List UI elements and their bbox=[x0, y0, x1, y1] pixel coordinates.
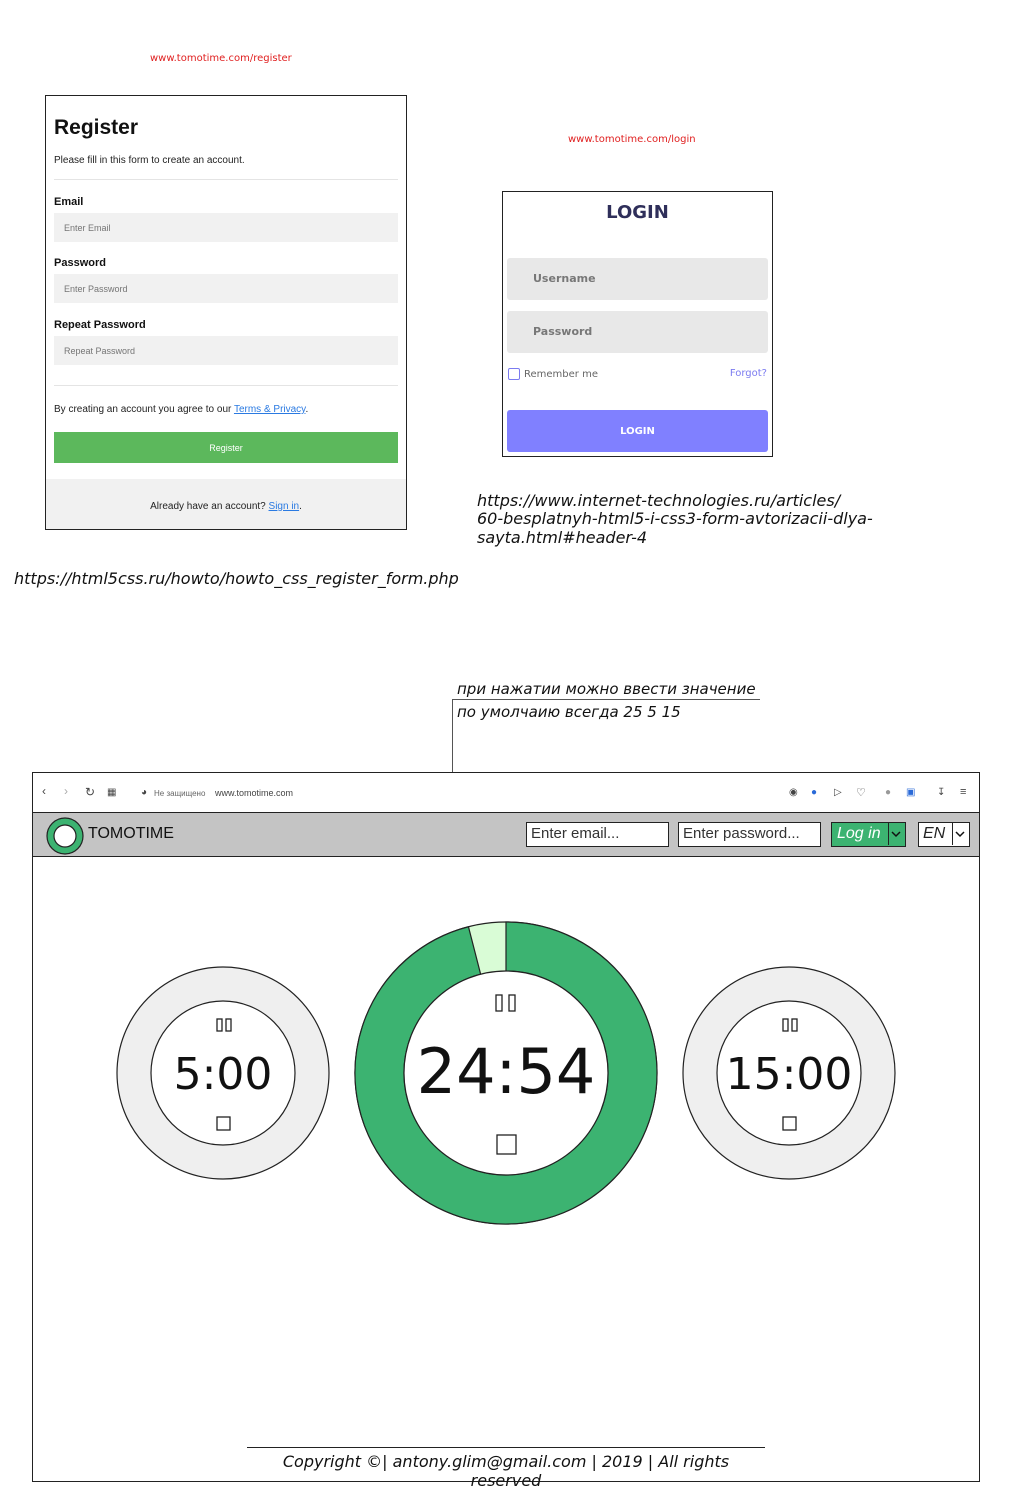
send-icon[interactable]: ▷ bbox=[834, 787, 842, 798]
register-button[interactable]: Register bbox=[54, 432, 398, 463]
email-label: Email bbox=[54, 196, 84, 208]
repeat-password-field[interactable] bbox=[54, 336, 398, 365]
divider bbox=[54, 179, 398, 180]
login-reference-url: https://www.internet-technologies.ru/art… bbox=[477, 491, 841, 510]
heart-icon[interactable]: ♡ bbox=[856, 786, 866, 799]
login-form: LOGIN Username Password Remember me Forg… bbox=[502, 191, 773, 457]
log-in-button[interactable]: Log in bbox=[831, 822, 906, 847]
globe-icon: ◕ bbox=[141, 787, 148, 798]
log-in-label: Log in bbox=[837, 825, 881, 842]
long-break-timer[interactable]: 15:00 bbox=[682, 966, 896, 1180]
password-input[interactable]: Enter password... bbox=[678, 822, 821, 847]
reload-icon[interactable]: ↻ bbox=[85, 785, 95, 799]
shield-icon[interactable]: ● bbox=[811, 787, 817, 798]
repeat-password-label: Repeat Password bbox=[54, 319, 146, 331]
remember-label: Remember me bbox=[524, 368, 598, 380]
footer-end: . bbox=[299, 501, 302, 512]
short-break-time[interactable]: 5:00 bbox=[174, 1049, 273, 1100]
copyright-footer: Copyright ©| antony.glim@gmail.com | 201… bbox=[247, 1447, 765, 1490]
agree-text: By creating an account you agree to our bbox=[54, 404, 232, 415]
register-reference-url: https://html5css.ru/howto/howto_css_regi… bbox=[14, 569, 459, 588]
forward-icon[interactable]: › bbox=[64, 784, 68, 798]
apps-grid-icon[interactable]: ▦ bbox=[107, 787, 116, 798]
password-field[interactable] bbox=[54, 274, 398, 303]
login-title: LOGIN bbox=[606, 202, 669, 223]
browser-toolbar: ‹ › ↻ ▦ ◕ Не защищено www.tomotime.com ◉… bbox=[33, 773, 979, 813]
register-form: Register Please fill in this form to cre… bbox=[45, 95, 407, 530]
register-subtitle: Please fill in this form to create an ac… bbox=[54, 155, 245, 166]
terms-link[interactable]: Terms & Privacy bbox=[234, 404, 306, 415]
username-field[interactable]: Username bbox=[507, 258, 768, 300]
tomotime-logo-icon bbox=[46, 817, 84, 855]
login-password-field[interactable]: Password bbox=[507, 311, 768, 353]
register-title: Register bbox=[54, 116, 139, 139]
address-bar[interactable]: www.tomotime.com bbox=[215, 788, 293, 798]
password-label: Password bbox=[54, 257, 106, 269]
app-header: TOMOTIME Enter email... Enter password..… bbox=[33, 813, 979, 857]
agree-end: . bbox=[305, 404, 309, 415]
download-icon[interactable]: ↧ bbox=[937, 787, 945, 798]
annotation-underline bbox=[452, 699, 760, 700]
forgot-link[interactable]: Forgot? bbox=[730, 368, 767, 379]
insecure-label: Не защищено bbox=[154, 789, 206, 798]
register-url-label: www.tomotime.com/register bbox=[150, 53, 292, 64]
annotation-line-2: по умолчаию всегда 25 5 15 bbox=[457, 703, 681, 721]
browser-window: ‹ › ↻ ▦ ◕ Не защищено www.tomotime.com ◉… bbox=[32, 772, 980, 1482]
camera-icon[interactable]: ◉ bbox=[789, 787, 798, 798]
translate-icon[interactable]: ▣ bbox=[906, 787, 915, 798]
chevron-down-icon[interactable] bbox=[952, 823, 969, 845]
terms-text: By creating an account you agree to our … bbox=[54, 404, 308, 415]
login-button[interactable]: LOGIN bbox=[507, 410, 768, 452]
language-value: EN bbox=[923, 825, 946, 842]
annotation-line-1: при нажатии можно ввести значение bbox=[457, 680, 756, 698]
login-url-label: www.tomotime.com/login bbox=[568, 134, 696, 145]
pomodoro-timer[interactable]: 24:54 bbox=[354, 921, 658, 1225]
footer-text: Already have an account? bbox=[150, 501, 266, 512]
timers-area: 5:00 24:54 15:00 bbox=[116, 921, 896, 1225]
brand-name: TOMOTIME bbox=[88, 825, 174, 842]
back-icon[interactable]: ‹ bbox=[42, 784, 46, 798]
pomodoro-time[interactable]: 24:54 bbox=[417, 1035, 596, 1108]
remember-me[interactable]: Remember me bbox=[508, 368, 598, 380]
short-break-timer[interactable]: 5:00 bbox=[116, 966, 330, 1180]
login-reference-url-2: 60-besplatnyh-html5-i-css3-form-avtoriza… bbox=[477, 509, 873, 547]
signin-link[interactable]: Sign in bbox=[269, 501, 300, 512]
email-input[interactable]: Enter email... bbox=[526, 822, 669, 847]
chevron-down-icon[interactable] bbox=[888, 823, 905, 845]
email-field[interactable] bbox=[54, 213, 398, 242]
long-break-time[interactable]: 15:00 bbox=[726, 1049, 853, 1100]
divider bbox=[54, 385, 398, 386]
register-footer: Already have an account? Sign in. bbox=[46, 479, 406, 529]
language-select[interactable]: EN bbox=[918, 822, 970, 847]
vpn-globe-icon[interactable]: ● bbox=[885, 787, 891, 798]
menu-icon[interactable]: ≡ bbox=[960, 786, 966, 798]
remember-checkbox[interactable] bbox=[508, 368, 520, 380]
